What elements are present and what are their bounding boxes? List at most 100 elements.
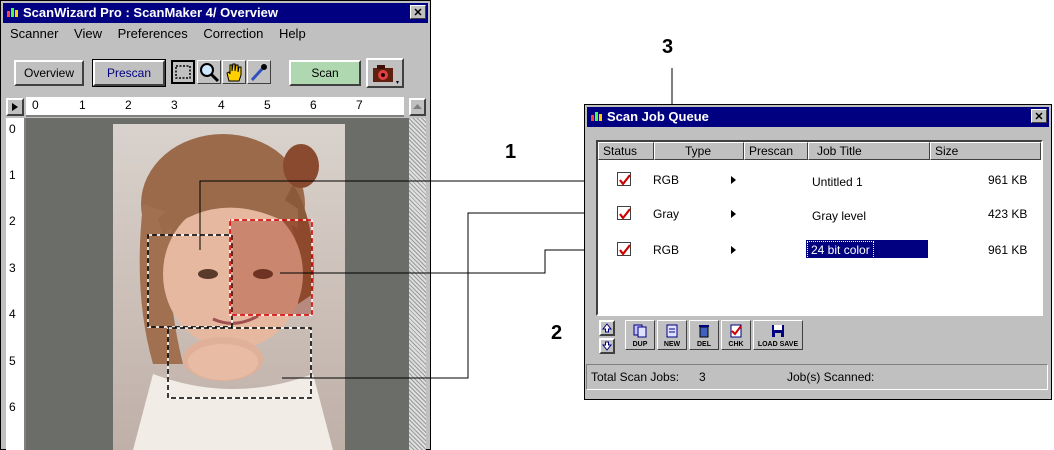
move-down-button[interactable] <box>599 338 615 354</box>
checklist-icon <box>730 324 742 338</box>
ruler-unit-button[interactable] <box>6 98 24 116</box>
row-title[interactable]: 24 bit color <box>807 241 874 259</box>
checkmark-icon <box>619 174 631 186</box>
checkmark-icon <box>619 244 631 256</box>
arrow-up-icon <box>413 104 422 109</box>
horizontal-ruler: 0 1 2 3 4 5 6 7 <box>26 97 404 117</box>
row-title[interactable]: Gray level <box>812 209 866 223</box>
duplicate-icon <box>633 324 647 338</box>
menu-help[interactable]: Help <box>279 26 306 41</box>
column-size[interactable]: Size <box>930 142 1041 160</box>
queue-title-bar[interactable]: Scan Job Queue ✕ <box>587 107 1049 127</box>
scan-button[interactable]: Scan <box>289 60 361 86</box>
ruler-v-label: 4 <box>9 307 16 321</box>
row-type: RGB <box>653 243 680 257</box>
row-type: Gray <box>653 207 680 221</box>
main-close-button[interactable]: ✕ <box>410 5 426 19</box>
ruler-v-label: 6 <box>9 400 16 414</box>
menu-scanner[interactable]: Scanner <box>10 26 58 41</box>
prescan-button[interactable]: Prescan <box>92 59 166 87</box>
row-checkbox[interactable] <box>617 206 631 220</box>
duplicate-label: DUP <box>632 341 648 348</box>
menu-preferences[interactable]: Preferences <box>118 26 188 41</box>
column-status[interactable]: Status <box>598 142 654 160</box>
queue-close-button[interactable]: ✕ <box>1031 109 1047 123</box>
vertical-scrollbar[interactable] <box>409 118 426 450</box>
row-checkbox[interactable] <box>617 242 631 256</box>
photo-illustration <box>133 134 333 450</box>
hand-icon <box>226 63 242 82</box>
row-checkbox[interactable] <box>617 172 631 186</box>
floppy-disk-icon <box>772 325 784 337</box>
column-type[interactable]: Type <box>654 142 744 160</box>
ruler-h-label: 1 <box>79 98 86 112</box>
main-window-title: ScanWizard Pro : ScanMaker 4/ Overview <box>23 5 278 20</box>
arrow-up-icon <box>601 323 613 333</box>
type-submenu-arrow-icon[interactable] <box>731 176 736 184</box>
ruler-v-label: 3 <box>9 261 16 275</box>
ruler-h-label: 3 <box>171 98 178 112</box>
eyedropper-tool-button[interactable] <box>247 60 271 84</box>
ruler-v-label: 1 <box>9 168 16 182</box>
overview-button[interactable]: Overview <box>14 60 84 86</box>
row-size: 961 KB <box>988 243 1028 257</box>
main-title-bar[interactable]: ScanWizard Pro : ScanMaker 4/ Overview ✕ <box>3 3 428 23</box>
type-submenu-arrow-icon[interactable] <box>731 246 736 254</box>
ruler-h-label: 5 <box>264 98 271 112</box>
new-label: NEW <box>663 341 681 348</box>
row-size: 961 KB <box>988 173 1028 187</box>
ruler-v-label: 2 <box>9 214 16 228</box>
scroll-up-button[interactable] <box>409 98 426 116</box>
vertical-ruler: 0 1 2 3 4 5 6 <box>6 118 26 450</box>
jobs-scanned-label: Job(s) Scanned: <box>787 370 875 384</box>
column-prescan[interactable]: Prescan <box>744 142 808 160</box>
row-type: RGB <box>653 173 680 187</box>
check-job-button[interactable]: CHK <box>721 320 751 350</box>
camera-button[interactable] <box>366 58 404 88</box>
job-list[interactable] <box>596 140 1043 316</box>
ruler-h-label: 0 <box>32 98 39 112</box>
main-menu-bar: Scanner View Preferences Correction Help <box>4 26 312 44</box>
total-jobs-value: 3 <box>699 370 706 384</box>
menu-view[interactable]: View <box>74 26 102 41</box>
ruler-h-label: 7 <box>356 98 363 112</box>
ruler-h-label: 4 <box>218 98 225 112</box>
eyedropper-icon <box>250 64 267 82</box>
callout-1: 1 <box>505 141 517 163</box>
app-icon <box>7 8 18 17</box>
arrow-down-icon <box>601 341 613 351</box>
trash-icon <box>699 325 709 338</box>
load-save-label: LOAD SAVE <box>757 341 799 348</box>
zoom-tool-button[interactable] <box>197 60 221 84</box>
new-document-icon <box>666 324 678 338</box>
callout-2: 2 <box>551 322 563 344</box>
queue-status-bar: Total Scan Jobs: 3 Job(s) Scanned: <box>586 364 1048 390</box>
marquee-tool-button[interactable] <box>171 60 195 84</box>
move-up-button[interactable] <box>599 320 615 336</box>
menu-correction[interactable]: Correction <box>203 26 263 41</box>
queue-window-title: Scan Job Queue <box>607 109 709 124</box>
preview-photo <box>113 124 345 450</box>
camera-icon <box>373 65 399 84</box>
ruler-h-label: 2 <box>125 98 132 112</box>
checkmark-icon <box>619 208 631 220</box>
type-submenu-arrow-icon[interactable] <box>731 210 736 218</box>
new-job-button[interactable]: NEW <box>657 320 687 350</box>
column-job-title[interactable]: Job Title <box>808 142 930 160</box>
hand-tool-button[interactable] <box>222 60 246 84</box>
duplicate-job-button[interactable]: DUP <box>625 320 655 350</box>
triangle-right-icon <box>12 103 18 111</box>
check-label: CHK <box>728 341 744 348</box>
row-size: 423 KB <box>988 207 1028 221</box>
load-save-button[interactable]: LOAD SAVE <box>753 320 803 350</box>
marquee-icon <box>175 65 191 79</box>
total-jobs-label: Total Scan Jobs: <box>591 370 680 384</box>
callout-3: 3 <box>662 36 674 58</box>
ruler-v-label: 0 <box>9 122 16 136</box>
row-title[interactable]: Untitled 1 <box>812 175 863 189</box>
ruler-v-label: 5 <box>9 354 16 368</box>
delete-job-button[interactable]: DEL <box>689 320 719 350</box>
ruler-h-label: 6 <box>310 98 317 112</box>
queue-app-icon <box>591 112 602 121</box>
delete-label: DEL <box>697 341 711 348</box>
